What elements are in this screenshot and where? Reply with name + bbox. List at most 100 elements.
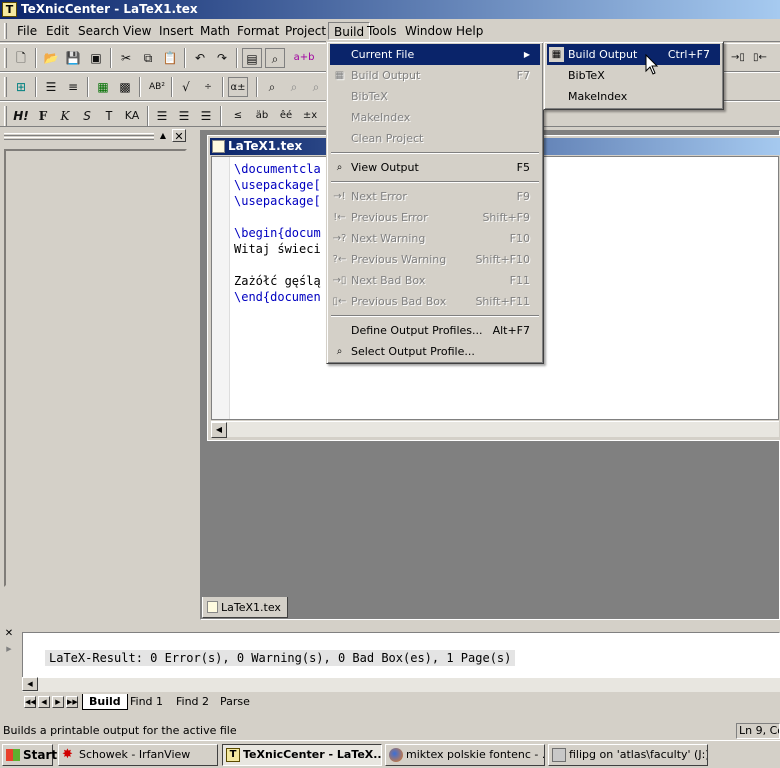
math-mode-icon[interactable]: α± <box>228 77 248 97</box>
menu-item-bibtex[interactable]: BibTeX <box>330 86 540 107</box>
redo-icon[interactable]: ↷ <box>212 48 232 68</box>
accent-dots-icon[interactable]: äb <box>252 106 272 126</box>
menu-edit[interactable]: Edit <box>41 22 74 40</box>
menu-file[interactable]: File <box>12 22 42 40</box>
menu-insert[interactable]: Insert <box>154 22 198 40</box>
binoculars-icon[interactable]: ⌕ <box>262 77 282 97</box>
italic-button[interactable]: K <box>55 106 75 126</box>
find-prev-icon[interactable]: ⌕ <box>306 77 326 97</box>
subscript-icon[interactable]: ±x <box>300 106 320 126</box>
menu-format[interactable]: Format <box>232 22 284 40</box>
submenu-item-bibtex[interactable]: BibTeX <box>547 65 720 86</box>
itemize-icon[interactable]: ☰ <box>41 77 61 97</box>
tab-build[interactable]: Build <box>82 694 128 710</box>
menu-item-select-output-profile[interactable]: ⌕ Select Output Profile... <box>330 341 540 362</box>
next-bad-box-icon: →▯ <box>332 275 347 286</box>
output-close-icon[interactable]: ✕ <box>3 628 15 640</box>
menubar-grip[interactable] <box>4 23 7 39</box>
scroll-left-icon[interactable]: ◀ <box>22 677 38 691</box>
picture-icon[interactable]: ▦ <box>93 77 113 97</box>
prev-bookmark-icon[interactable]: ▯← <box>750 48 770 68</box>
accent-icon[interactable]: ≤ <box>228 106 248 126</box>
next-bookmark-icon[interactable]: →▯ <box>728 48 748 68</box>
menu-item-makeindex[interactable]: MakeIndex <box>330 107 540 128</box>
enumerate-icon[interactable]: ≡ <box>63 77 83 97</box>
panel-grip[interactable] <box>4 137 154 140</box>
menu-item-previous-warning[interactable]: ?← Previous Warning Shift+F10 <box>330 249 540 270</box>
panel-close-icon[interactable]: ✕ <box>172 129 186 143</box>
align-left-icon[interactable]: ☰ <box>152 106 172 126</box>
tab-prev-icon[interactable]: ◀ <box>38 696 50 708</box>
start-button[interactable]: Start <box>2 744 57 766</box>
output-horizontal-scrollbar[interactable]: ◀ <box>22 677 780 692</box>
window-icon[interactable]: ▤ <box>242 48 262 68</box>
menu-project[interactable]: Project <box>280 22 331 40</box>
editor-horizontal-scrollbar[interactable]: ◀ <box>211 421 779 438</box>
panel-maximize-icon[interactable]: ▲ <box>156 130 170 142</box>
tab-find-1[interactable]: Find 1 <box>124 694 169 710</box>
tab-latex1[interactable]: LaTeX1.tex <box>202 597 288 618</box>
new-file-icon[interactable]: 🗋 <box>11 48 31 68</box>
search-window-icon[interactable]: ⌕ <box>265 48 285 68</box>
save-icon[interactable]: 💾 <box>63 48 83 68</box>
align-right-icon[interactable]: ☰ <box>196 106 216 126</box>
task-irfanview[interactable]: ✸ Schowek - IrfanView <box>58 744 218 766</box>
slanted-button[interactable]: S <box>77 106 97 126</box>
bold-button[interactable]: F <box>33 106 53 126</box>
menu-help[interactable]: Help <box>451 22 488 40</box>
menu-view[interactable]: View <box>118 22 156 40</box>
menu-search[interactable]: Search <box>73 22 124 40</box>
menu-item-next-error[interactable]: →! Next Error F9 <box>330 186 540 207</box>
tab-parse[interactable]: Parse <box>214 694 256 710</box>
sqrt-icon[interactable]: √ <box>176 77 196 97</box>
paste-icon[interactable]: 📋 <box>160 48 180 68</box>
task-label: Schowek - IrfanView <box>79 748 191 761</box>
menu-tools[interactable]: Tools <box>362 22 402 40</box>
menu-item-build-output[interactable]: ▦ Build Output F7 <box>330 65 540 86</box>
task-firefox[interactable]: miktex polskie fontenc - ... <box>385 744 545 766</box>
menu-math[interactable]: Math <box>195 22 235 40</box>
copy-icon[interactable]: ⧉ <box>138 48 158 68</box>
tab-first-icon[interactable]: ◀◀ <box>24 696 36 708</box>
open-folder-icon[interactable]: 📂 <box>41 48 61 68</box>
menu-item-label: BibTeX <box>351 90 388 103</box>
save-all-icon[interactable]: ▣ <box>86 48 106 68</box>
menu-item-next-bad-box[interactable]: →▯ Next Bad Box F11 <box>330 270 540 291</box>
table-icon[interactable]: ▩ <box>115 77 135 97</box>
menu-item-clean-project[interactable]: Clean Project <box>330 128 540 149</box>
submenu-item-build-output[interactable]: ▦ Build Output Ctrl+F7 <box>547 44 720 65</box>
align-center-icon[interactable]: ☰ <box>174 106 194 126</box>
heading-button[interactable]: H! <box>11 106 31 126</box>
tab-find-2[interactable]: Find 2 <box>170 694 215 710</box>
navigator-tree[interactable] <box>4 149 187 587</box>
find-next-icon[interactable]: ⌕ <box>284 77 304 97</box>
app-icon[interactable]: T <box>2 2 17 17</box>
output-expand-icon[interactable]: ▶ <box>3 643 15 655</box>
accent-hat-icon[interactable]: êé <box>276 106 296 126</box>
menu-item-previous-error[interactable]: !← Previous Error Shift+F9 <box>330 207 540 228</box>
fraction-icon[interactable]: ÷ <box>198 77 218 97</box>
task-texniccenter[interactable]: T TeXnicCenter - LaTeX... <box>222 744 382 766</box>
menu-item-previous-bad-box[interactable]: ▯← Previous Bad Box Shift+F11 <box>330 291 540 312</box>
tab-next-icon[interactable]: ▶ <box>52 696 64 708</box>
menu-item-view-output[interactable]: ⌕ View Output F5 <box>330 157 540 178</box>
menu-item-current-file[interactable]: Current File ▶ <box>330 44 540 65</box>
small-caps-button[interactable]: KA <box>121 106 143 126</box>
task-explorer[interactable]: filipg on 'atlas\faculty' (J:) <box>548 744 708 766</box>
toolbar-grip[interactable] <box>4 77 7 97</box>
typewriter-button[interactable]: T <box>99 106 119 126</box>
menu-item-next-warning[interactable]: →? Next Warning F10 <box>330 228 540 249</box>
a-plus-b-icon[interactable]: a+b <box>292 48 316 68</box>
menu-item-define-output-profiles[interactable]: Define Output Profiles... Alt+F7 <box>330 320 540 341</box>
panel-grip[interactable] <box>4 133 154 136</box>
submenu-item-makeindex[interactable]: MakeIndex <box>547 86 720 107</box>
toolbar-grip[interactable] <box>4 48 7 68</box>
structure-icon[interactable]: ⊞ <box>11 77 31 97</box>
menu-window[interactable]: Window <box>400 22 457 40</box>
scroll-left-icon[interactable]: ◀ <box>211 422 227 438</box>
cut-icon[interactable]: ✂ <box>116 48 136 68</box>
toolbar-grip[interactable] <box>4 106 7 126</box>
tab-last-icon[interactable]: ▶▶ <box>66 696 78 708</box>
superscript-icon[interactable]: AB² <box>145 77 169 97</box>
undo-icon[interactable]: ↶ <box>190 48 210 68</box>
